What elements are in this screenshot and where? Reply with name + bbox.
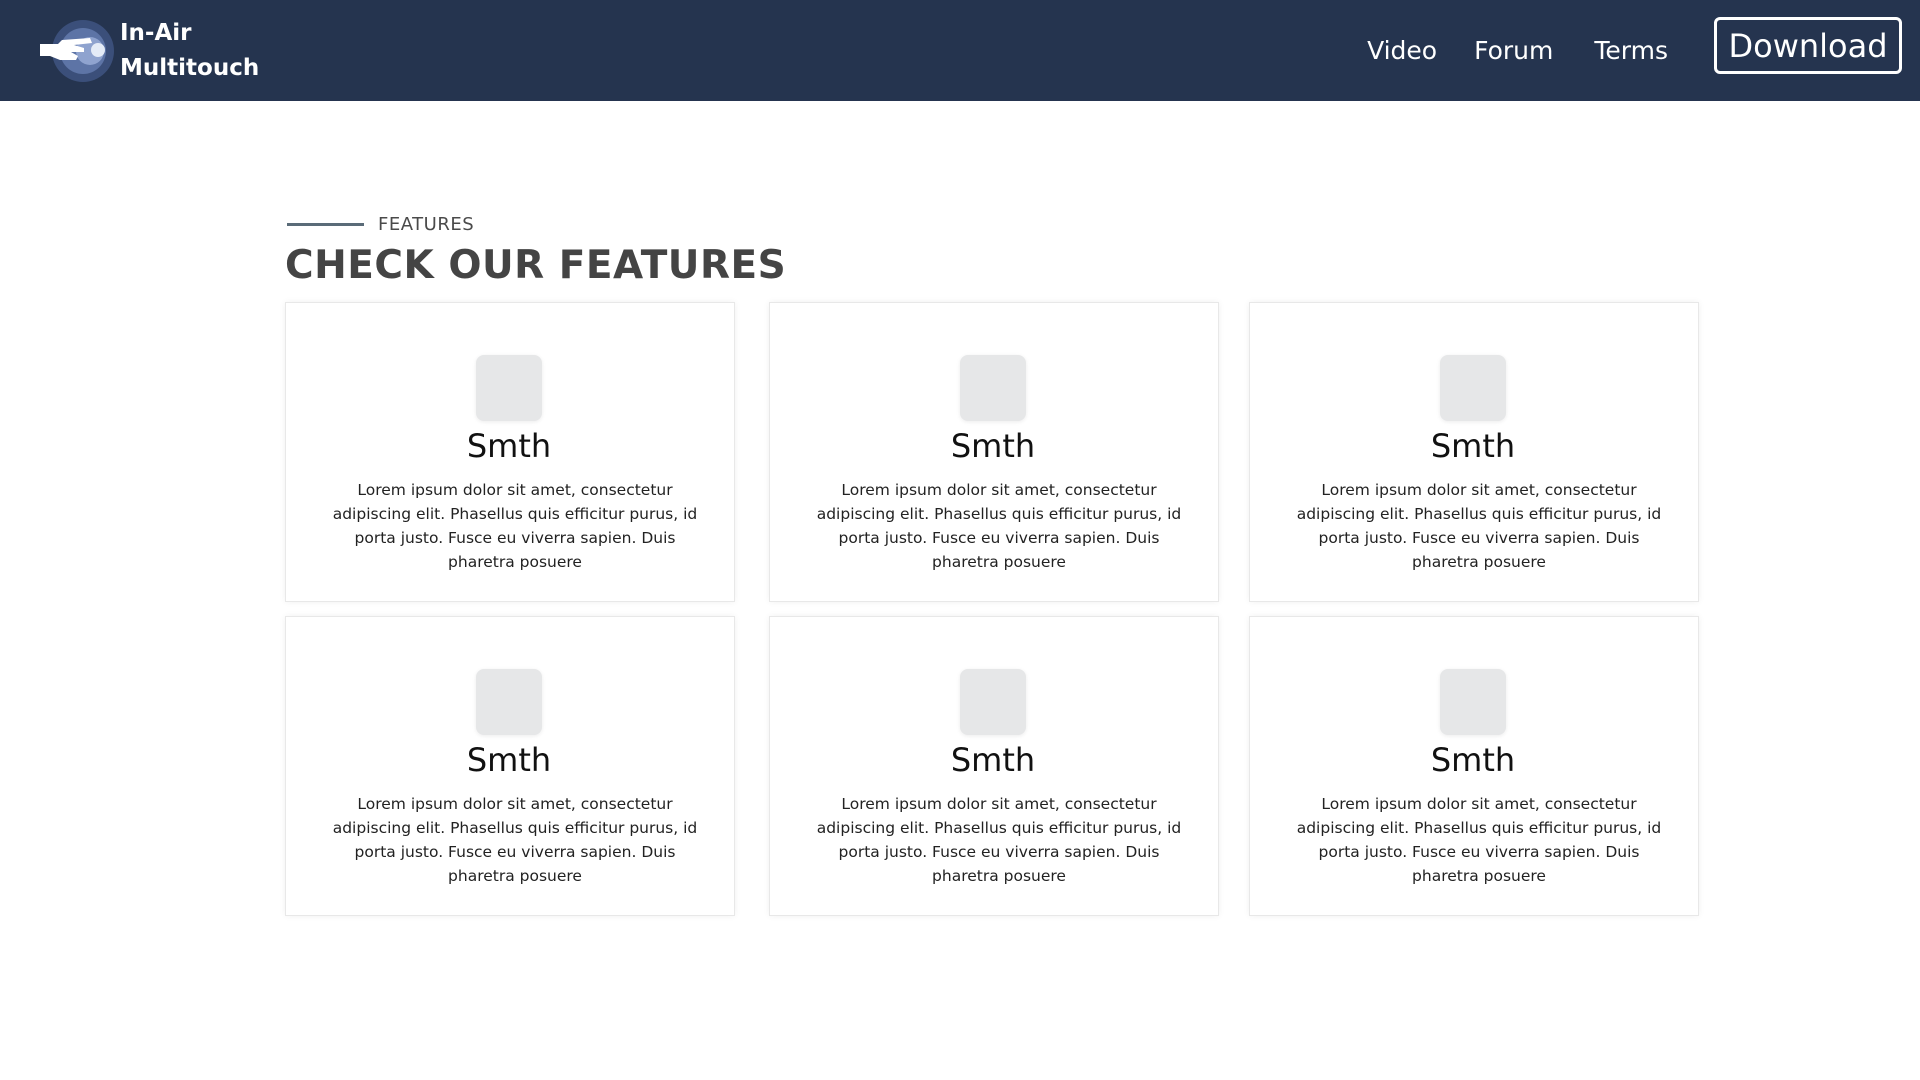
features-grid: Smth Lorem ipsum dolor sit amet, consect…: [285, 302, 1700, 917]
placeholder-icon: [476, 669, 542, 735]
feature-card: Smth Lorem ipsum dolor sit amet, consect…: [285, 616, 735, 916]
feature-description: Lorem ipsum dolor sit amet, consectetur …: [816, 795, 1182, 885]
feature-description: Lorem ipsum dolor sit amet, consectetur …: [332, 795, 698, 885]
brand-home-link[interactable]: In-Air Multitouch: [38, 18, 259, 84]
feature-description: Lorem ipsum dolor sit amet, consectetur …: [816, 481, 1182, 571]
features-section-header: FEATURES CHECK OUR FEATURES: [285, 210, 1700, 290]
feature-card: Smth Lorem ipsum dolor sit amet, consect…: [1249, 616, 1699, 916]
hand-gesture-logo-icon: [40, 20, 114, 82]
placeholder-icon: [1440, 355, 1506, 421]
feature-card: Smth Lorem ipsum dolor sit amet, consect…: [769, 616, 1219, 916]
download-button[interactable]: Download: [1714, 17, 1902, 74]
main-nav: Video Forum Terms Download: [1367, 0, 1920, 101]
feature-card: Smth Lorem ipsum dolor sit amet, consect…: [285, 302, 735, 602]
feature-description: Lorem ipsum dolor sit amet, consectetur …: [332, 481, 698, 571]
top-navbar: In-Air Multitouch Video Forum Terms Down…: [0, 0, 1920, 101]
feature-title: Smth: [1430, 427, 1516, 465]
brand-line-1: In-Air: [120, 20, 192, 46]
feature-title: Smth: [950, 427, 1036, 465]
feature-card: Smth Lorem ipsum dolor sit amet, consect…: [769, 302, 1219, 602]
feature-title: Smth: [950, 741, 1036, 779]
feature-card: Smth Lorem ipsum dolor sit amet, consect…: [1249, 302, 1699, 602]
section-title: CHECK OUR FEATURES: [285, 243, 787, 288]
brand-name: In-Air Multitouch: [120, 16, 259, 86]
feature-title: Smth: [466, 427, 552, 465]
nav-forum-link[interactable]: Forum: [1474, 36, 1553, 65]
feature-description: Lorem ipsum dolor sit amet, consectetur …: [1296, 795, 1662, 885]
feature-title: Smth: [466, 741, 552, 779]
eyebrow-divider: [287, 222, 364, 226]
brand-line-2: Multitouch: [120, 55, 260, 81]
nav-video-link[interactable]: Video: [1367, 36, 1437, 65]
placeholder-icon: [960, 669, 1026, 735]
placeholder-icon: [1440, 669, 1506, 735]
feature-title: Smth: [1430, 741, 1516, 779]
eyebrow-label: FEATURES: [378, 213, 475, 235]
placeholder-icon: [476, 355, 542, 421]
placeholder-icon: [960, 355, 1026, 421]
nav-terms-link[interactable]: Terms: [1594, 36, 1668, 65]
feature-description: Lorem ipsum dolor sit amet, consectetur …: [1296, 481, 1662, 571]
eyebrow: FEATURES: [285, 210, 1700, 238]
